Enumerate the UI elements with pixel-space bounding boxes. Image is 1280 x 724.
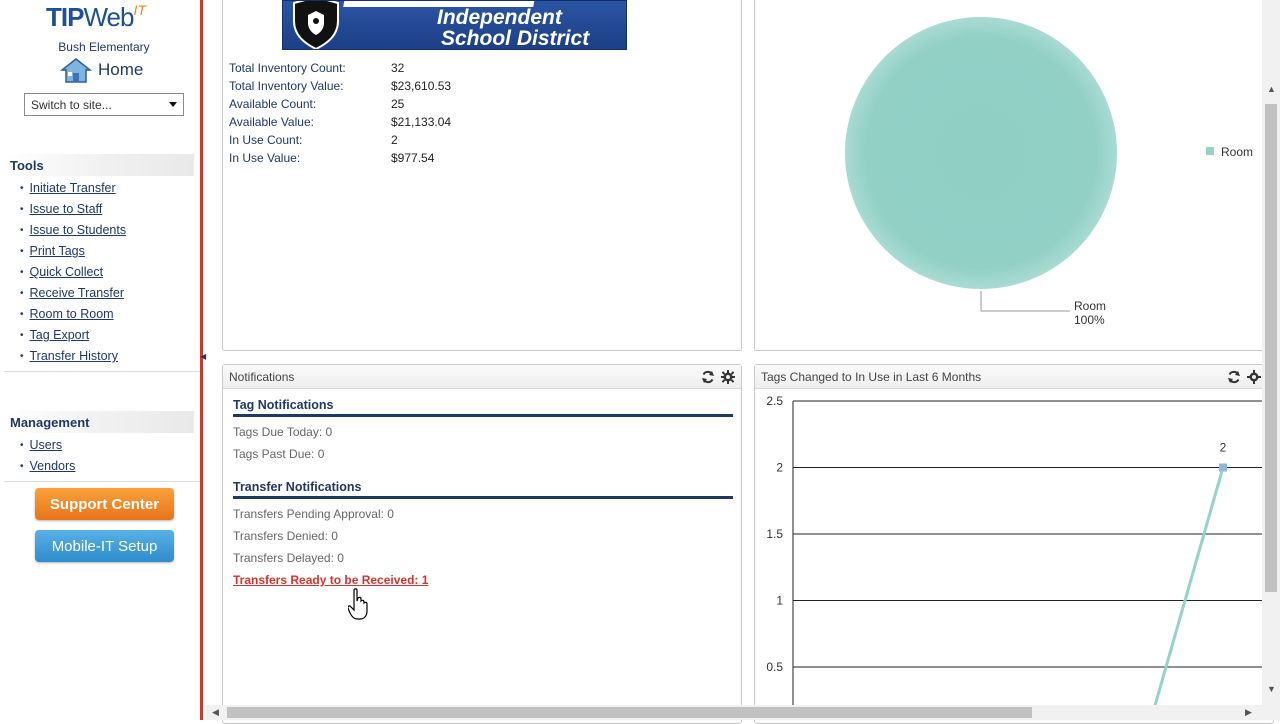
stat-label: In Use Count: [229, 133, 303, 147]
vertical-scrollbar[interactable]: ▲ ▼ [1262, 0, 1280, 705]
transfers-pending-approval: Transfers Pending Approval: 0 [233, 507, 394, 521]
stat-row: Available Value: $21,133.04 [229, 115, 451, 133]
notifications-title: Notifications [229, 369, 295, 384]
tags-past-due: Tags Past Due: 0 [233, 447, 325, 461]
support-center-button[interactable]: Support Center [35, 488, 174, 520]
switch-site-select[interactable]: Switch to site... [24, 93, 184, 116]
site-name: Bush Elementary [58, 40, 150, 54]
transfers-ready-link[interactable]: Transfers Ready to be Received: 1 [223, 569, 741, 591]
stat-value: 32 [391, 61, 405, 75]
district-shield-icon [293, 1, 339, 49]
series-line [1148, 467, 1225, 724]
refresh-icon[interactable] [701, 370, 715, 384]
pie-callout-label: Room [1074, 299, 1106, 313]
legend-swatch [1206, 147, 1214, 155]
pie-callout-line [980, 291, 1070, 312]
stat-value: 25 [391, 97, 405, 111]
logo-it-text: IT [133, 2, 146, 18]
stat-label: In Use Value: [229, 151, 301, 165]
stat-value: $977.54 [391, 151, 435, 165]
horizontal-scrollbar[interactable]: ◀ ▶ [205, 705, 1280, 720]
transfers-denied: Transfers Denied: 0 [233, 529, 338, 543]
home-link[interactable]: Home [60, 57, 143, 83]
line-chart: 2.5 2 1.5 1 0.5 2 [766, 394, 1263, 724]
stat-label: Total Inventory Count: [229, 61, 346, 75]
panel-tools [701, 369, 735, 384]
stat-row: In Use Value: $977.54 [229, 151, 451, 169]
pie-chart-panel: Room 100% Room [754, 0, 1274, 351]
tipweb-logo[interactable]: TIPWebIT [46, 2, 166, 36]
legend-label: Room [1221, 145, 1253, 159]
horizontal-scroll-thumb[interactable] [227, 707, 1032, 718]
tools-section-border [4, 154, 200, 372]
scroll-down-icon[interactable]: ▼ [1267, 684, 1276, 694]
data-point-label: 2 [1220, 441, 1227, 455]
y-tick-label: 2.5 [766, 394, 783, 408]
stat-row: Available Count: 25 [229, 97, 451, 115]
district-line2: School District [441, 27, 590, 50]
line-chart-panel-header: Tags Changed to In Use in Last 6 Months [755, 365, 1273, 389]
switch-site-text: Switch to site... [31, 97, 112, 112]
tags-due-today: Tags Due Today: 0 [233, 425, 333, 439]
district-banner: Independent School District [282, 0, 627, 50]
refresh-icon[interactable] [1227, 370, 1241, 384]
scroll-right-icon[interactable]: ▶ [1245, 707, 1252, 718]
chevron-down-icon [169, 102, 177, 107]
pie-callout-pct: 100% [1074, 313, 1105, 327]
y-tick-label: 0.5 [766, 660, 783, 674]
management-section-border [4, 411, 200, 482]
y-tick-label: 2 [776, 461, 783, 475]
stat-label: Available Value: [229, 115, 314, 129]
gear-icon[interactable] [721, 369, 735, 384]
stat-label: Total Inventory Value: [229, 79, 344, 93]
notifications-panel-header: Notifications [223, 365, 741, 389]
stat-value: $21,133.04 [391, 115, 452, 129]
inventory-stats: Total Inventory Count: 32 Total Inventory… [229, 61, 451, 169]
tag-notifications-heading: Tag Notifications [233, 398, 733, 417]
pie-chart: Room 100% Room [845, 17, 1253, 327]
data-point[interactable] [1219, 463, 1227, 472]
logo-tip-text: TIP [46, 2, 84, 32]
stat-value: 2 [391, 133, 398, 147]
panel-tools [1227, 369, 1261, 384]
collapse-sidebar-handle[interactable]: ◀ [200, 352, 206, 368]
pie-slice-room[interactable] [845, 17, 1117, 289]
stat-value: $23,610.53 [391, 79, 452, 93]
line-chart-panel: Tags Changed to In Use in Last 6 Months … [754, 364, 1274, 724]
notifications-panel: Notifications Tag Notifications Tags Due [222, 364, 742, 724]
logo-web-text: Web [83, 2, 134, 32]
vertical-scroll-thumb[interactable] [1265, 104, 1277, 592]
y-tick-label: 1 [776, 594, 783, 608]
transfer-notifications-heading: Transfer Notifications [233, 480, 733, 499]
y-tick-label: 1.5 [766, 527, 783, 541]
stat-label: Available Count: [229, 97, 317, 111]
gear-icon[interactable] [1247, 369, 1261, 384]
home-icon [60, 58, 92, 83]
sidebar: TIPWebIT Bush Elementary Home Switch to … [0, 0, 203, 720]
hand-cursor-icon [348, 588, 368, 620]
line-chart-title: Tags Changed to In Use in Last 6 Months [761, 369, 982, 384]
stat-row: Total Inventory Value: $23,610.53 [229, 79, 451, 97]
mobile-it-setup-button[interactable]: Mobile-IT Setup [35, 530, 174, 562]
district-summary-panel [222, 0, 742, 351]
scroll-up-icon[interactable]: ▲ [1267, 84, 1276, 94]
stat-row: In Use Count: 2 [229, 133, 451, 151]
home-label: Home [98, 60, 144, 79]
transfers-delayed: Transfers Delayed: 0 [233, 551, 344, 565]
scroll-left-icon[interactable]: ◀ [212, 707, 219, 718]
stat-row: Total Inventory Count: 32 [229, 61, 451, 79]
